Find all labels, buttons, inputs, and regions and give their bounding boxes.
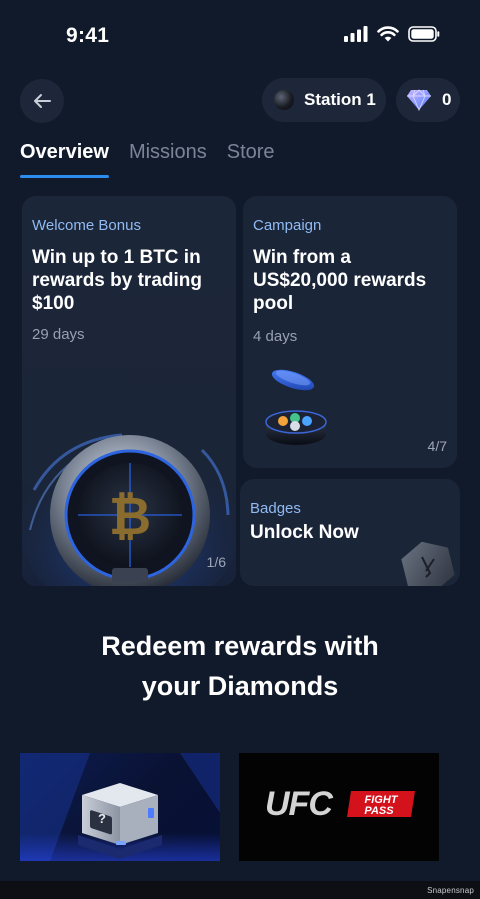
campaign-card[interactable]: Campaign Win from a US$20,000 rewards po… [243,196,457,468]
ufc-logo-text: UFC [265,785,333,823]
mystery-box-icon: ? [20,753,220,861]
arrow-left-icon [34,94,51,108]
mystery-box-label: ? [98,811,106,826]
badges-card[interactable]: Badges Unlock Now [240,479,460,586]
ufc-fight-pass-logo: UFC FIGHT PASS [265,785,415,823]
badges-tag: Badges [250,500,301,517]
campaign-title: Win from a US$20,000 rewards pool [253,247,427,314]
badges-title: Unlock Now [250,522,359,543]
wifi-icon [377,26,399,42]
bitcoin-vault-icon: ₿ [22,433,236,586]
station-label: Station 1 [304,90,376,109]
welcome-bonus-title: Win up to 1 BTC in rewards by trading $1… [32,247,202,314]
token-case-icon [265,369,327,445]
ufc-pass-text: PASS [364,805,394,817]
welcome-bonus-tag: Welcome Bonus [32,217,141,234]
diamond-balance[interactable]: 0 [396,78,460,122]
diamond-icon [407,89,431,111]
tab-bar: Overview Missions Store [20,141,275,178]
welcome-bonus-days: 29 days [32,326,85,343]
store-item-mystery-box[interactable]: ? [20,753,220,861]
tab-missions[interactable]: Missions [129,141,207,178]
status-bar: 9:41 [0,0,480,70]
svg-text:₿: ₿ [109,488,151,546]
back-button[interactable] [20,79,64,123]
redeem-heading-line2: your Diamonds [141,671,339,701]
redeem-heading: Redeem rewards with your Diamonds [0,626,480,706]
campaign-days: 4 days [253,328,298,345]
store-item-ufc-fight-pass[interactable]: UFC FIGHT PASS [239,753,439,861]
status-time: 9:41 [66,24,110,47]
tab-overview[interactable]: Overview [20,141,109,178]
diamond-count: 0 [442,90,452,109]
welcome-bonus-card[interactable]: Welcome Bonus Win up to 1 BTC in rewards… [22,196,236,586]
status-icons [344,26,440,42]
campaign-tag: Campaign [253,217,322,234]
watermark: Snapensnap [427,886,474,895]
station-selector[interactable]: Station 1 [262,78,386,122]
station-orb-icon [274,90,294,110]
tab-store[interactable]: Store [227,141,275,178]
redeem-heading-line1: Redeem rewards with [101,631,379,661]
badge-hexagon-icon [401,541,455,586]
battery-icon [408,26,440,42]
bottom-bar [0,881,480,899]
signal-icon [344,26,368,42]
welcome-bonus-pager: 1/6 [206,554,226,570]
campaign-pager: 4/7 [427,438,447,454]
